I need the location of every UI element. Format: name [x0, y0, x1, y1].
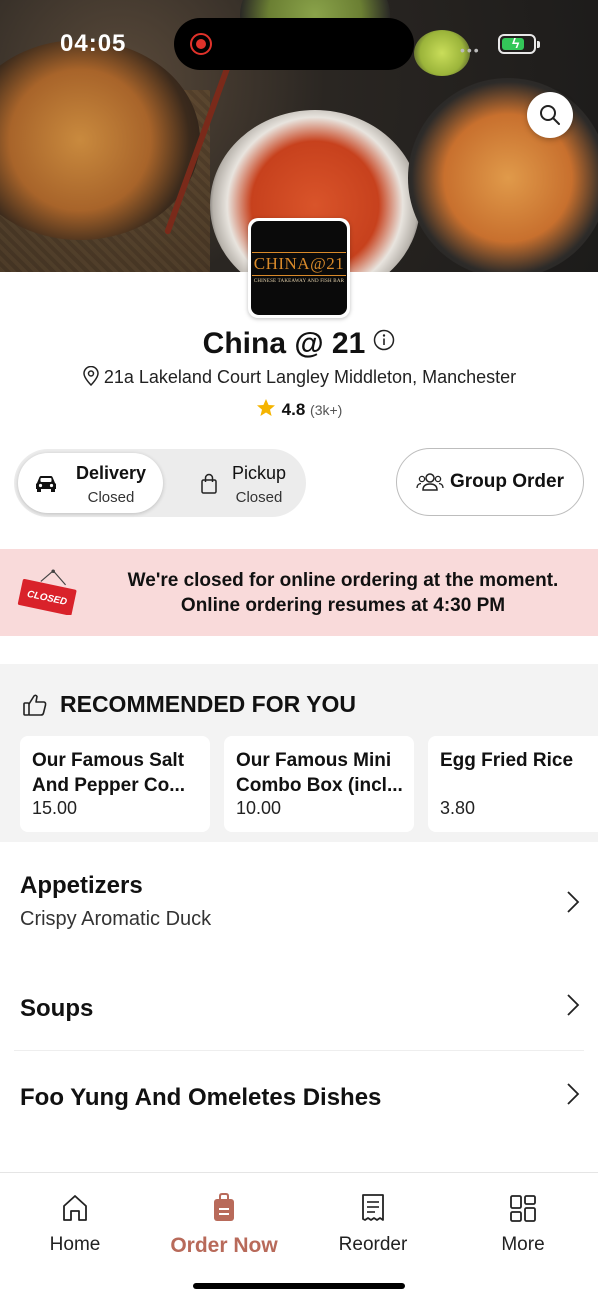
recommended-item-card[interactable]: Our Famous Mini Combo Box (incl... 10.00: [224, 736, 414, 832]
category-title: Soups: [20, 995, 94, 1022]
location-pin-icon: [83, 365, 99, 387]
category-foo-yung[interactable]: Foo Yung And Omeletes Dishes: [20, 1083, 580, 1124]
category-title: Foo Yung And Omeletes Dishes: [20, 1084, 382, 1111]
chevron-right-icon: [567, 994, 580, 1016]
recommended-item-price: 15.00: [32, 798, 78, 818]
home-icon: [63, 1195, 87, 1221]
group-people-icon: [416, 473, 444, 491]
recommended-item-card[interactable]: Egg Fried Rice 3.80: [428, 736, 598, 832]
order-mode-toggle: Delivery Closed Pickup Closed: [14, 449, 306, 517]
nav-reorder[interactable]: Reorder: [298, 1193, 448, 1256]
recommended-item-name: Our Famous Salt And Pepper Co...: [32, 750, 186, 796]
nav-home-label: Home: [49, 1234, 101, 1255]
recommended-item-card[interactable]: Our Famous Salt And Pepper Co... 15.00: [20, 736, 210, 832]
closed-message-line1: We're closed for online ordering at the …: [127, 570, 559, 591]
chevron-right-icon: [567, 1083, 580, 1105]
nav-more[interactable]: More: [448, 1193, 598, 1256]
nav-reorder-label: Reorder: [338, 1234, 408, 1255]
recommended-item-price: 3.80: [440, 798, 476, 818]
signal-icon: •••: [460, 42, 481, 58]
dynamic-island: [174, 18, 414, 70]
pickup-status: Closed: [235, 489, 283, 506]
restaurant-name: China @ 21: [0, 326, 598, 361]
closed-message-line2: Online ordering resumes at 4:30 PM: [180, 595, 506, 616]
recommended-title: RECOMMENDED FOR YOU: [22, 691, 356, 718]
battery-icon: ϟ: [498, 34, 540, 54]
group-order-button[interactable]: Group Order: [396, 448, 584, 516]
closed-sign-icon: CLOSED: [17, 569, 77, 615]
order-bag-icon: [214, 1193, 234, 1221]
chevron-right-icon: [567, 891, 580, 913]
logo-text: CHINA@21: [251, 252, 347, 276]
search-button[interactable]: [527, 92, 573, 138]
car-icon: [36, 476, 56, 492]
recommended-item-name: Our Famous Mini Combo Box (incl...: [236, 750, 403, 796]
pickup-label: Pickup: [231, 463, 287, 483]
star-icon: [256, 399, 275, 416]
rating: 4.8 (3k+): [0, 398, 598, 420]
search-icon: [540, 105, 560, 125]
category-title: Appetizers: [20, 872, 143, 899]
grid-icon: [510, 1195, 536, 1222]
category-soups[interactable]: Soups: [20, 994, 580, 1035]
closed-notice-banner: CLOSED We're closed for online ordering …: [0, 549, 598, 636]
info-icon[interactable]: [373, 325, 395, 359]
category-description: Crispy Aromatic Duck: [20, 908, 212, 930]
nav-more-label: More: [501, 1234, 545, 1255]
divider: [14, 1050, 584, 1051]
nav-order-now[interactable]: Order Now: [149, 1193, 299, 1258]
group-order-label: Group Order: [449, 471, 564, 492]
nav-order-now-label: Order Now: [170, 1234, 278, 1257]
delivery-status: Closed: [87, 489, 135, 506]
home-indicator: [193, 1283, 405, 1289]
recommended-section: RECOMMENDED FOR YOU Our Famous Salt And …: [0, 664, 598, 842]
status-time: 04:05: [60, 30, 127, 57]
recording-indicator-icon: [190, 33, 212, 55]
recommended-item-name: Egg Fried Rice: [440, 750, 574, 771]
nav-home[interactable]: Home: [0, 1193, 150, 1256]
restaurant-address: 21a Lakeland Court Langley Middleton, Ma…: [0, 365, 598, 388]
receipt-icon: [362, 1194, 384, 1221]
delivery-option[interactable]: Delivery Closed: [18, 453, 163, 513]
pickup-option[interactable]: Pickup Closed: [180, 453, 302, 513]
recommended-item-price: 10.00: [236, 798, 282, 818]
thumbs-up-icon: [23, 694, 47, 716]
delivery-label: Delivery: [75, 463, 147, 483]
bottom-navigation: Home Order Now Reorder More: [0, 1172, 598, 1300]
restaurant-logo: CHINA@21 CHINESE TAKEAWAY AND FISH BAR: [248, 218, 350, 318]
logo-subtext: CHINESE TAKEAWAY AND FISH BAR: [253, 279, 345, 284]
category-appetizers[interactable]: Appetizers Crispy Aromatic Duck: [20, 872, 580, 952]
